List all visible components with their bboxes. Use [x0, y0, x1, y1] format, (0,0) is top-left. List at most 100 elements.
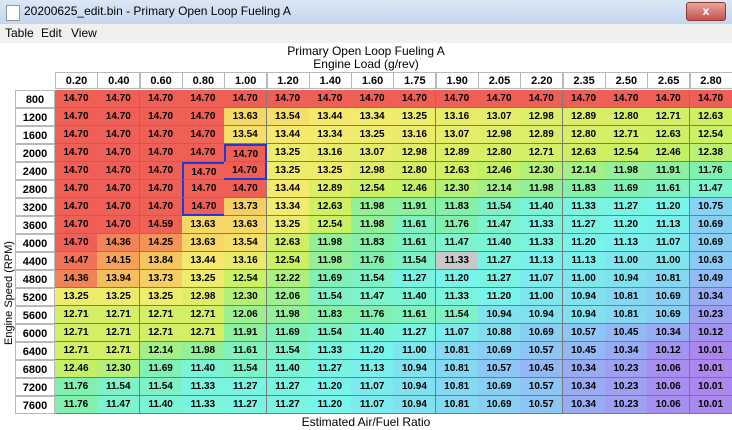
table-cell[interactable]: 11.20	[604, 216, 648, 234]
table-cell[interactable]: 13.34	[308, 126, 352, 144]
table-cell[interactable]: 11.07	[647, 234, 691, 252]
table-cell[interactable]: 10.06	[647, 378, 691, 396]
table-cell[interactable]: 11.40	[181, 360, 225, 378]
table-cell[interactable]: 14.70	[393, 90, 437, 108]
table-cell[interactable]: 11.91	[393, 198, 437, 216]
table-cell[interactable]: 12.71	[604, 126, 648, 144]
table-cell[interactable]: 11.33	[562, 198, 606, 216]
table-cell[interactable]: 11.27	[604, 198, 648, 216]
table-cell[interactable]: 10.45	[520, 360, 564, 378]
table-cell[interactable]: 14.70	[351, 90, 395, 108]
table-cell[interactable]: 14.25	[139, 234, 183, 252]
table-cell[interactable]: 11.20	[308, 396, 352, 414]
table-cell[interactable]: 12.22	[266, 270, 310, 288]
table-cell[interactable]: 12.63	[308, 198, 352, 216]
table-cell[interactable]: 11.33	[181, 396, 225, 414]
table-cell[interactable]: 11.76	[435, 216, 479, 234]
table-cell[interactable]: 11.33	[435, 288, 479, 306]
table-cell[interactable]: 12.71	[181, 306, 225, 324]
menu-table[interactable]: Table	[5, 26, 34, 40]
table-cell[interactable]: 10.69	[478, 396, 521, 414]
table-cell[interactable]: 10.49	[689, 270, 732, 288]
table-cell[interactable]: 13.54	[224, 234, 268, 252]
table-cell[interactable]: 12.06	[266, 288, 310, 306]
table-cell[interactable]: 14.70	[562, 90, 606, 108]
table-cell[interactable]: 13.44	[308, 108, 352, 126]
table-cell[interactable]: 11.76	[55, 396, 98, 414]
table-cell[interactable]: 11.40	[351, 324, 395, 342]
table-cell[interactable]: 11.27	[478, 270, 521, 288]
table-cell[interactable]: 10.69	[478, 378, 521, 396]
table-cell[interactable]: 12.71	[55, 324, 98, 342]
table-cell[interactable]: 11.69	[604, 180, 648, 198]
table-cell[interactable]: 11.40	[393, 288, 437, 306]
table-cell[interactable]: 11.33	[308, 342, 352, 360]
table-cell[interactable]: 10.88	[478, 324, 521, 342]
table-cell[interactable]: 10.69	[647, 306, 691, 324]
table-cell[interactable]: 11.61	[393, 306, 437, 324]
table-cell[interactable]: 14.70	[181, 180, 225, 198]
table-cell[interactable]: 11.54	[224, 360, 268, 378]
table-cell[interactable]: 11.61	[224, 342, 268, 360]
table-cell[interactable]: 11.83	[435, 198, 479, 216]
table-cell[interactable]: 14.70	[97, 108, 141, 126]
table-cell[interactable]: 11.98	[520, 180, 564, 198]
table-cell[interactable]: 11.33	[520, 216, 564, 234]
table-cell[interactable]: 12.71	[181, 324, 225, 342]
table-cell[interactable]: 10.69	[689, 234, 732, 252]
table-cell[interactable]: 12.71	[97, 342, 141, 360]
table-cell[interactable]: 10.01	[689, 396, 732, 414]
table-cell[interactable]: 11.00	[604, 252, 648, 270]
table-cell[interactable]: 11.54	[393, 252, 437, 270]
table-cell[interactable]: 11.27	[266, 378, 310, 396]
table-cell[interactable]: 11.00	[562, 270, 606, 288]
table-cell[interactable]: 11.00	[647, 252, 691, 270]
table-cell[interactable]: 13.25	[266, 216, 310, 234]
table-cell[interactable]: 12.71	[55, 342, 98, 360]
table-cell[interactable]: 13.94	[97, 270, 141, 288]
table-cell[interactable]: 14.70	[97, 162, 141, 180]
table-cell[interactable]: 13.16	[308, 144, 352, 162]
table-cell[interactable]: 13.44	[266, 180, 310, 198]
table-cell[interactable]: 14.70	[97, 180, 141, 198]
table-cell[interactable]: 11.07	[520, 270, 564, 288]
table-cell[interactable]: 14.70	[520, 90, 564, 108]
table-cell[interactable]: 11.27	[308, 360, 352, 378]
table-cell[interactable]: 10.81	[604, 306, 648, 324]
table-cell[interactable]: 13.63	[181, 216, 225, 234]
table-cell[interactable]: 12.63	[689, 108, 732, 126]
table-cell[interactable]: 10.57	[478, 360, 521, 378]
table-cell[interactable]: 11.47	[351, 288, 395, 306]
table-cell[interactable]: 11.69	[266, 324, 310, 342]
table-cell[interactable]: 10.69	[478, 342, 521, 360]
table-cell[interactable]: 12.46	[393, 180, 437, 198]
table-cell[interactable]: 14.70	[55, 90, 98, 108]
table-cell[interactable]: 13.25	[55, 288, 98, 306]
table-cell[interactable]: 14.70	[224, 90, 268, 108]
table-cell[interactable]: 13.07	[478, 108, 521, 126]
table-cell[interactable]: 13.44	[266, 126, 310, 144]
table-cell[interactable]: 14.15	[97, 252, 141, 270]
table-cell[interactable]: 14.70	[181, 90, 225, 108]
table-cell[interactable]: 10.81	[435, 360, 479, 378]
table-cell[interactable]: 12.63	[435, 162, 479, 180]
table-cell[interactable]: 10.23	[604, 378, 648, 396]
table-cell[interactable]: 12.30	[224, 288, 268, 306]
table-cell[interactable]: 12.89	[562, 108, 606, 126]
table-cell[interactable]: 12.71	[647, 108, 691, 126]
table-cell[interactable]: 11.27	[266, 396, 310, 414]
table-cell[interactable]: 14.70	[139, 198, 183, 216]
table-cell[interactable]: 12.71	[97, 306, 141, 324]
table-cell[interactable]: 10.94	[478, 306, 521, 324]
table-cell[interactable]: 11.76	[689, 162, 732, 180]
table-cell[interactable]: 11.98	[351, 198, 395, 216]
table-cell[interactable]: 11.98	[308, 234, 352, 252]
table-cell[interactable]: 11.13	[647, 216, 691, 234]
table-cell[interactable]: 12.80	[562, 126, 606, 144]
table-cell[interactable]: 10.81	[435, 342, 479, 360]
table-cell[interactable]: 14.70	[689, 90, 732, 108]
table-cell[interactable]: 13.25	[308, 162, 352, 180]
table-cell[interactable]: 13.25	[393, 108, 437, 126]
table-cell[interactable]: 14.70	[181, 108, 225, 126]
table-cell[interactable]: 11.33	[181, 378, 225, 396]
